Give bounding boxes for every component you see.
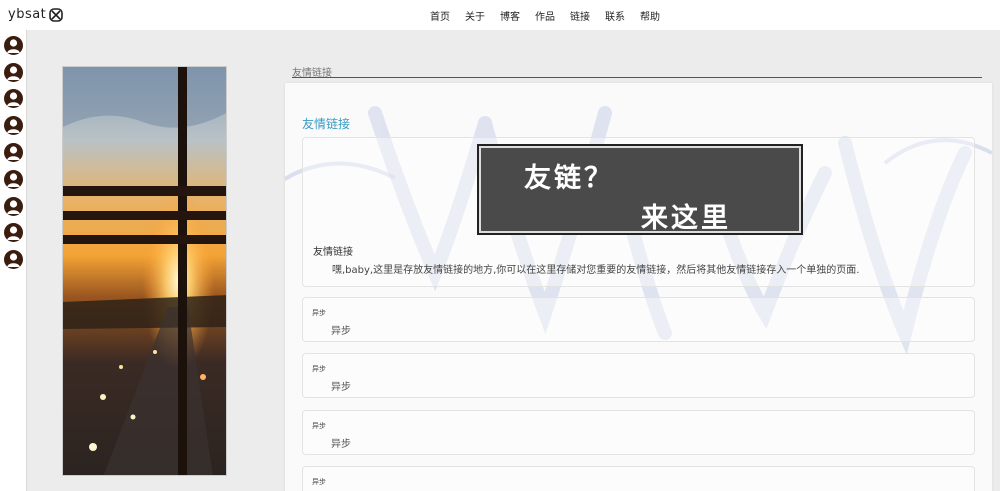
- friend-link-desc: 异步: [331, 382, 351, 393]
- user-avatar-icon[interactable]: [4, 223, 23, 242]
- brand-logo[interactable]: ybsat: [8, 7, 64, 22]
- friend-link-card[interactable]: 异步 异步: [302, 410, 975, 455]
- user-avatar-icon[interactable]: [4, 116, 23, 135]
- friend-link-card[interactable]: 异步 异步: [302, 297, 975, 342]
- friend-link-desc: 异步: [331, 326, 351, 337]
- nav-item-home[interactable]: 首页: [430, 8, 450, 23]
- nav-item-about[interactable]: 关于: [465, 8, 485, 23]
- friend-link-name: 异步: [312, 309, 326, 317]
- friend-links-panel: 友情链接 友链？ 来这里 友情链接 嘿,baby,这里是存放友情链接的地方,你可…: [285, 83, 992, 491]
- banner-image: 友链？ 来这里: [477, 144, 803, 235]
- intro-box: 友链？ 来这里 友情链接 嘿,baby,这里是存放友情链接的地方,你可以在这里存…: [302, 137, 975, 287]
- nav-item-links[interactable]: 链接: [570, 8, 590, 23]
- banner-line2: 来这里: [641, 203, 731, 234]
- user-avatar-icon[interactable]: [4, 143, 23, 162]
- friend-link-name: 异步: [312, 365, 326, 373]
- friend-link-desc: 异步: [331, 439, 351, 450]
- logo-knot-icon: [49, 7, 64, 22]
- user-avatar-icon[interactable]: [4, 89, 23, 108]
- intro-label: 友情链接: [313, 247, 353, 258]
- brand-name: ybsat: [8, 7, 47, 22]
- main-nav: 首页 关于 博客 作品 链接 联系 帮助: [430, 8, 660, 23]
- nav-item-works[interactable]: 作品: [535, 8, 555, 23]
- intro-text: 嘿,baby,这里是存放友情链接的地方,你可以在这里存储对您重要的友情链接，然后…: [332, 265, 860, 276]
- friend-link-card[interactable]: 异步 异步: [302, 353, 975, 398]
- user-avatar-icon[interactable]: [4, 170, 23, 189]
- nav-item-help[interactable]: 帮助: [640, 8, 660, 23]
- avatar-sidebar: [0, 30, 27, 491]
- card-title: 友情链接: [302, 117, 351, 131]
- user-avatar-icon[interactable]: [4, 63, 23, 82]
- user-avatar-icon[interactable]: [4, 197, 23, 216]
- section-heading: 友情链接: [292, 64, 982, 79]
- user-avatar-icon[interactable]: [4, 36, 23, 55]
- user-avatar-icon[interactable]: [4, 250, 23, 269]
- top-navbar: ybsat 首页 关于 博客 作品 链接 联系 帮助: [0, 0, 1000, 30]
- nav-item-contact[interactable]: 联系: [605, 8, 625, 23]
- banner-line1: 友链？: [524, 163, 614, 194]
- friend-link-name: 异步: [312, 478, 326, 486]
- friend-link-name: 异步: [312, 422, 326, 430]
- nav-item-blog[interactable]: 博客: [500, 8, 520, 23]
- friend-link-card[interactable]: 异步: [302, 466, 975, 491]
- sunset-fence-photo: [62, 66, 227, 476]
